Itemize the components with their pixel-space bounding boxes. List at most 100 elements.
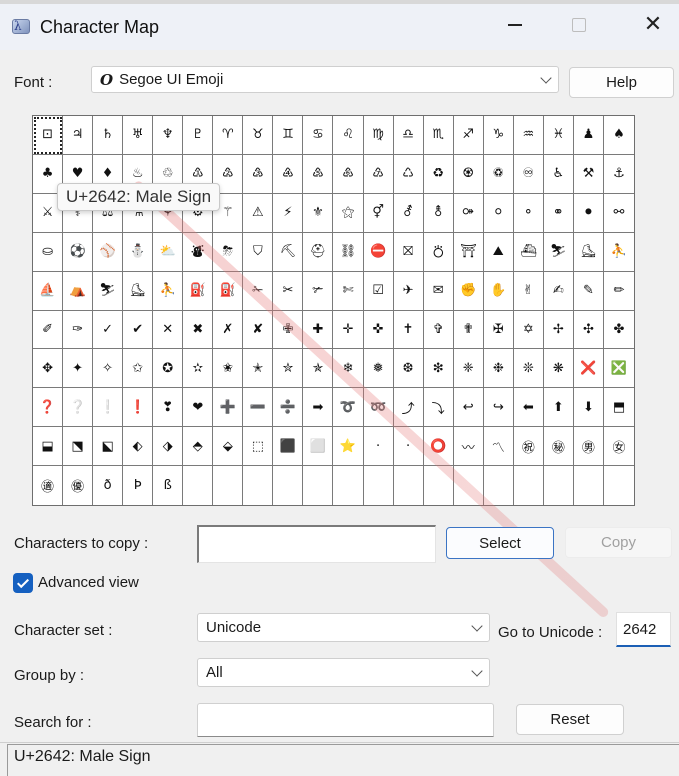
character-cell[interactable]: ✍ — [543, 271, 574, 311]
character-cell[interactable]: ⬜ — [303, 427, 334, 467]
character-cell[interactable]: ✫ — [183, 349, 214, 389]
character-cell[interactable]: ✬ — [213, 349, 244, 389]
character-cell[interactable]: ⚦ — [393, 193, 424, 233]
character-cell[interactable]: ⬗ — [153, 427, 184, 467]
character-cell[interactable]: ❌ — [573, 349, 604, 389]
character-cell[interactable]: ✂ — [273, 271, 304, 311]
maximize-button[interactable] — [556, 4, 602, 46]
character-cell[interactable]: ⬓ — [33, 427, 64, 467]
character-cell[interactable]: ♆ — [153, 116, 184, 155]
character-cell[interactable]: ⊡ — [33, 116, 64, 155]
character-cell[interactable]: ♠ — [603, 116, 634, 155]
character-cell[interactable]: ⚩ — [453, 193, 484, 233]
character-cell[interactable]: ❎ — [603, 349, 634, 389]
character-cell[interactable]: ⚽ — [63, 232, 94, 272]
character-cell[interactable]: ➖ — [243, 388, 274, 428]
character-cell[interactable]: ✪ — [153, 349, 184, 389]
character-cell[interactable]: ❉ — [483, 349, 514, 389]
minimize-button[interactable] — [492, 4, 538, 46]
character-cell[interactable]: ➡ — [303, 388, 334, 428]
character-cell[interactable]: ♶ — [273, 154, 304, 194]
character-cell[interactable]: ✤ — [603, 311, 634, 350]
character-cell[interactable]: ✥ — [33, 349, 64, 389]
character-cell[interactable]: ❈ — [453, 349, 484, 389]
character-cell[interactable]: ❊ — [513, 349, 544, 389]
character-cell[interactable]: ♵ — [243, 154, 274, 194]
search-input[interactable] — [197, 703, 494, 737]
character-cell[interactable]: 〰 — [453, 427, 484, 467]
character-cell[interactable]: ⛇ — [183, 232, 214, 272]
character-cell[interactable]: ❤ — [183, 388, 214, 428]
character-cell[interactable]: ð — [93, 466, 124, 505]
characters-to-copy-input[interactable] — [197, 525, 436, 563]
character-cell[interactable]: ♍ — [363, 116, 394, 155]
character-cell[interactable]: ⚥ — [363, 193, 394, 233]
character-cell[interactable]: ✦ — [63, 349, 94, 389]
character-cell[interactable]: ⛷ — [93, 271, 124, 311]
character-cell[interactable]: ⬆ — [543, 388, 574, 428]
character-cell[interactable]: ♄ — [93, 116, 124, 155]
character-cell[interactable]: ⛹ — [153, 271, 184, 311]
character-cell[interactable]: ⚫ — [573, 193, 604, 233]
character-cell[interactable]: ❔ — [63, 388, 94, 428]
character-cell[interactable]: ✑ — [63, 310, 94, 350]
character-cell[interactable]: ⛣ — [423, 232, 454, 272]
character-cell[interactable]: ♺ — [393, 154, 424, 194]
character-cell[interactable]: ✮ — [273, 349, 304, 389]
character-cell[interactable]: ⛰ — [483, 232, 514, 272]
character-cell[interactable]: ⛽ — [213, 271, 244, 311]
character-cell[interactable]: ♽ — [483, 154, 514, 194]
character-cell[interactable]: ☑ — [363, 271, 394, 311]
character-cell[interactable]: ➕ — [213, 388, 244, 428]
character-cell[interactable]: ✎ — [573, 271, 604, 311]
character-cell[interactable]: ✙ — [273, 310, 304, 350]
advanced-view-checkbox[interactable] — [13, 573, 33, 593]
character-cell[interactable]: ✋ — [483, 271, 514, 311]
character-cell[interactable]: ♹ — [363, 154, 394, 194]
character-cell[interactable]: ❗ — [123, 388, 154, 428]
character-cell[interactable]: ⛷ — [543, 232, 574, 272]
go-to-unicode-input[interactable]: 2642 — [616, 612, 671, 647]
help-button[interactable]: Help — [569, 67, 674, 98]
character-cell[interactable]: ✭ — [243, 349, 274, 389]
character-cell[interactable]: ⛀ — [33, 232, 64, 272]
character-cell[interactable]: ⚠ — [243, 193, 274, 233]
character-cell[interactable]: ✏ — [603, 272, 634, 311]
character-cell[interactable]: · — [363, 427, 394, 467]
character-cell[interactable]: ⬛ — [273, 427, 304, 467]
character-cell[interactable]: ✓ — [93, 310, 124, 350]
character-cell[interactable]: ♷ — [303, 154, 334, 194]
character-cell[interactable]: ✈ — [393, 271, 424, 311]
character-cell[interactable]: ♉ — [243, 116, 274, 155]
character-cell[interactable]: ✝ — [393, 310, 424, 350]
character-cell[interactable]: ⬔ — [63, 427, 94, 467]
character-cell[interactable]: ♓ — [543, 116, 574, 155]
character-cell[interactable]: ㊗ — [513, 427, 544, 467]
character-cell[interactable]: ✕ — [153, 310, 184, 350]
character-cell[interactable]: ♈ — [213, 116, 244, 155]
character-cell[interactable]: ✡ — [513, 310, 544, 350]
character-cell[interactable]: ♑ — [483, 116, 514, 155]
character-cell[interactable]: ♻ — [423, 154, 454, 194]
character-cell[interactable]: ✞ — [423, 310, 454, 350]
character-cell[interactable]: ✃ — [303, 271, 334, 311]
character-cell[interactable]: ➗ — [273, 388, 304, 428]
character-cell[interactable]: ✔ — [123, 310, 154, 350]
character-cell[interactable]: ✩ — [123, 349, 154, 389]
character-cell[interactable]: ✣ — [573, 310, 604, 350]
character-cell[interactable]: ⚓ — [603, 155, 634, 194]
character-cell[interactable]: ⛴ — [513, 232, 544, 272]
character-cell[interactable]: ♃ — [63, 116, 94, 155]
character-cell[interactable]: ♾ — [513, 154, 544, 194]
character-cell[interactable]: ⤵ — [423, 388, 454, 428]
character-cell[interactable]: ♸ — [333, 154, 364, 194]
character-cell[interactable]: ⚨ — [423, 193, 454, 233]
character-cell[interactable]: ⬘ — [183, 427, 214, 467]
character-cell[interactable]: ⛸ — [123, 271, 154, 311]
character-cell[interactable]: ♅ — [123, 116, 154, 155]
character-cell[interactable]: ✐ — [33, 310, 64, 350]
character-cell[interactable]: ✠ — [483, 310, 514, 350]
character-cell[interactable]: ß — [153, 466, 184, 505]
character-cell[interactable]: ⛏ — [273, 232, 304, 272]
character-cell[interactable]: ⛉ — [243, 232, 274, 272]
